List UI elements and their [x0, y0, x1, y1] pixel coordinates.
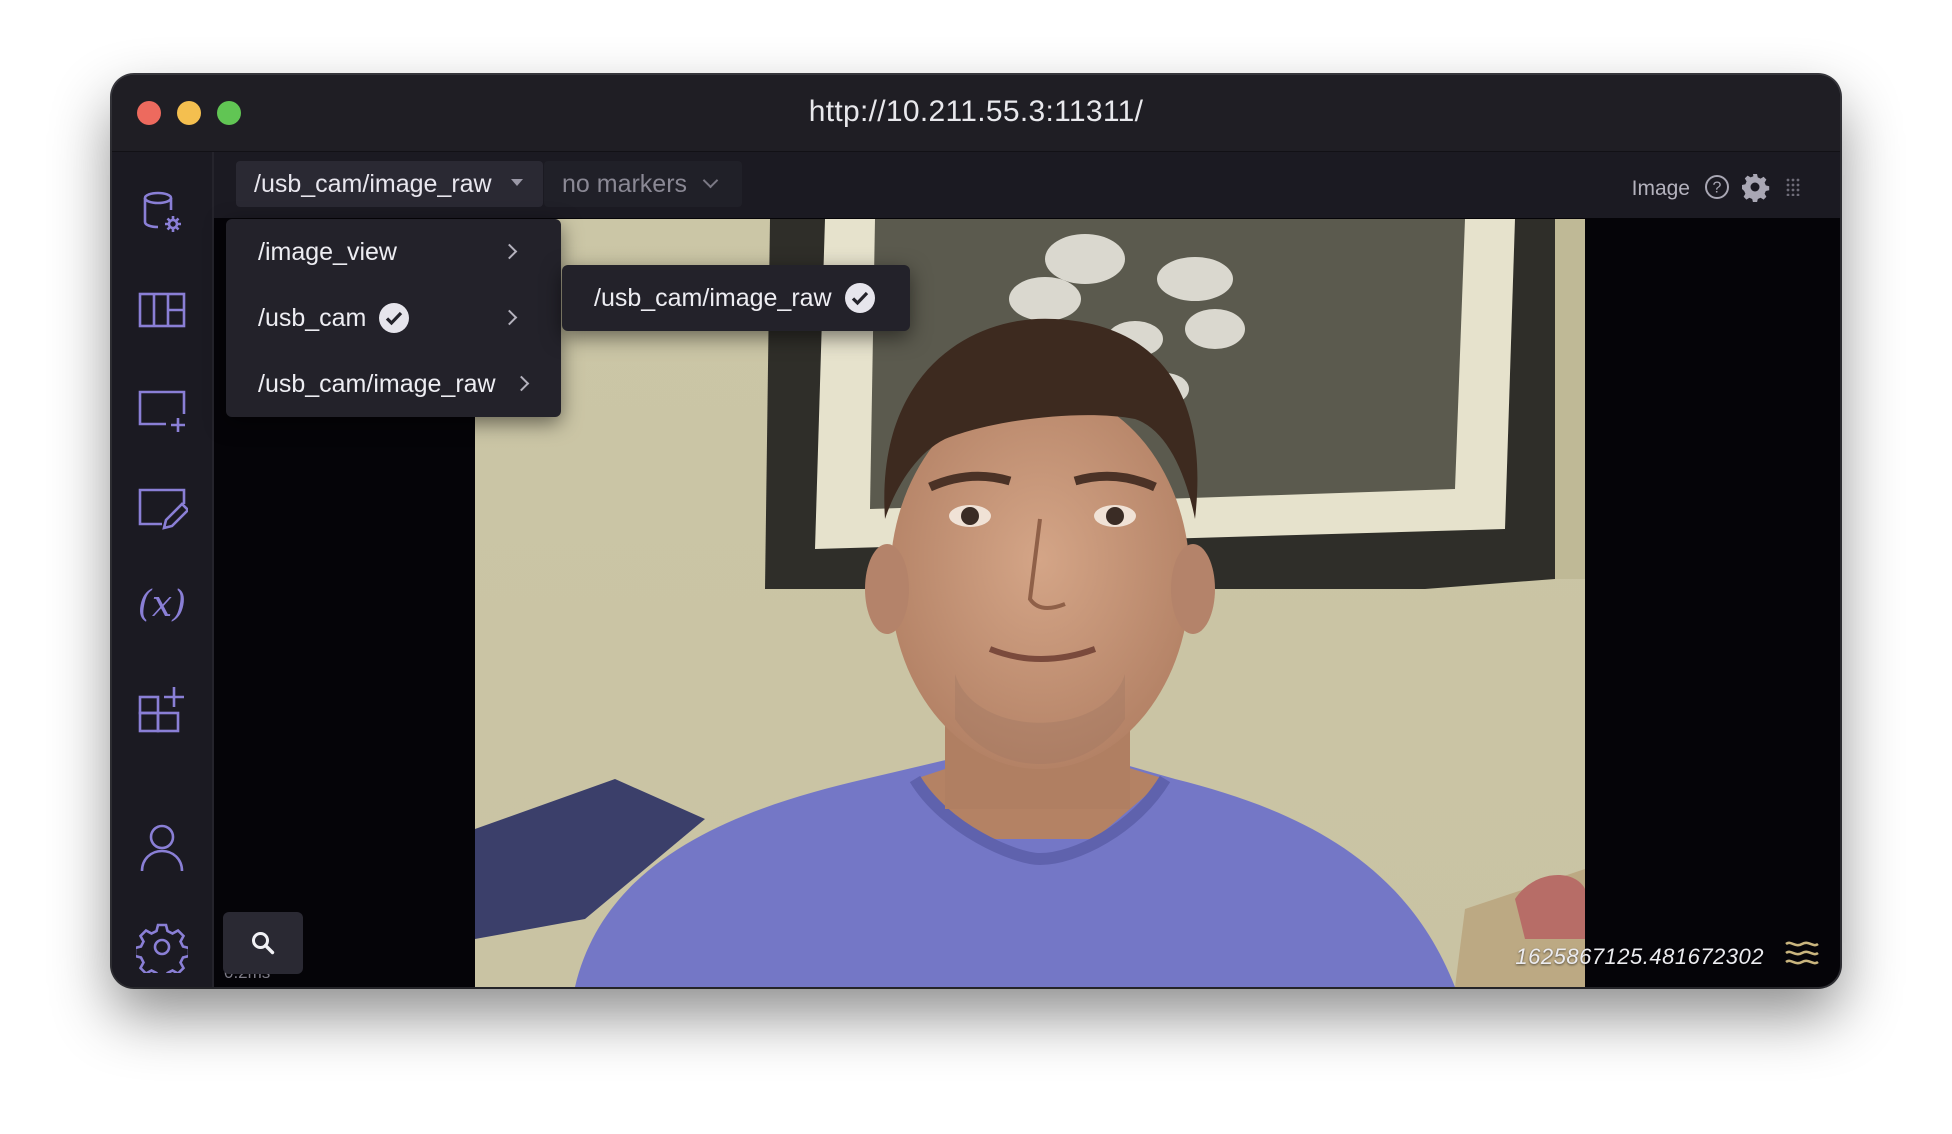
- add-panel-icon[interactable]: [132, 380, 192, 440]
- help-icon[interactable]: ?: [1704, 174, 1730, 200]
- menu-item-usb-cam[interactable]: /usb_cam: [226, 285, 561, 351]
- app-window: http://10.211.55.3:11311/ (x) /usb_cam/i…: [112, 75, 1840, 987]
- check-circle-icon: [379, 303, 410, 333]
- edit-panel-icon[interactable]: [132, 478, 192, 538]
- user-icon[interactable]: [132, 817, 192, 877]
- check-circle-icon: [844, 283, 875, 313]
- message-timestamp: 1625867125.481672302: [1515, 944, 1764, 969]
- window-title: http://10.211.55.3:11311/: [808, 95, 1144, 128]
- markers-dropdown[interactable]: no markers: [544, 161, 742, 207]
- chevron-right-icon: [501, 309, 518, 326]
- database-settings-icon[interactable]: [132, 182, 192, 242]
- topic-dropdown[interactable]: /usb_cam/image_raw: [236, 161, 543, 207]
- variables-icon[interactable]: (x): [132, 574, 192, 634]
- camera-image[interactable]: [475, 219, 1585, 987]
- svg-text:(x): (x): [138, 584, 186, 625]
- menu-item-usb-cam-image-raw[interactable]: /usb_cam/image_raw: [226, 351, 561, 417]
- chevron-right-icon: [513, 375, 530, 392]
- extensions-icon[interactable]: [132, 679, 192, 739]
- title-bar: http://10.211.55.3:11311/: [112, 75, 1840, 152]
- panel-settings-icon[interactable]: [1740, 172, 1770, 202]
- layout-icon[interactable]: [132, 280, 192, 340]
- panel-title: Image: [1631, 177, 1690, 200]
- chevron-down-icon: [702, 172, 719, 189]
- topic-dropdown-label: /usb_cam/image_raw: [254, 169, 492, 198]
- menu-item-image-view[interactable]: /image_view: [226, 219, 561, 285]
- gear-icon[interactable]: [132, 917, 192, 977]
- topic-menu: /image_view /usb_cam /usb_cam/image_raw: [226, 219, 561, 417]
- search-icon: [252, 932, 275, 955]
- svg-text:?: ?: [1713, 180, 1722, 197]
- chevron-right-icon: [501, 243, 518, 260]
- markers-dropdown-label: no markers: [562, 169, 688, 198]
- submenu-item-usb-cam-image-raw[interactable]: /usb_cam/image_raw: [562, 265, 910, 331]
- search-button[interactable]: [223, 912, 303, 974]
- drag-handle-icon[interactable]: [1786, 178, 1800, 196]
- waves-icon[interactable]: [1784, 936, 1820, 970]
- sidebar: (x): [112, 152, 214, 987]
- caret-down-icon: [511, 179, 523, 186]
